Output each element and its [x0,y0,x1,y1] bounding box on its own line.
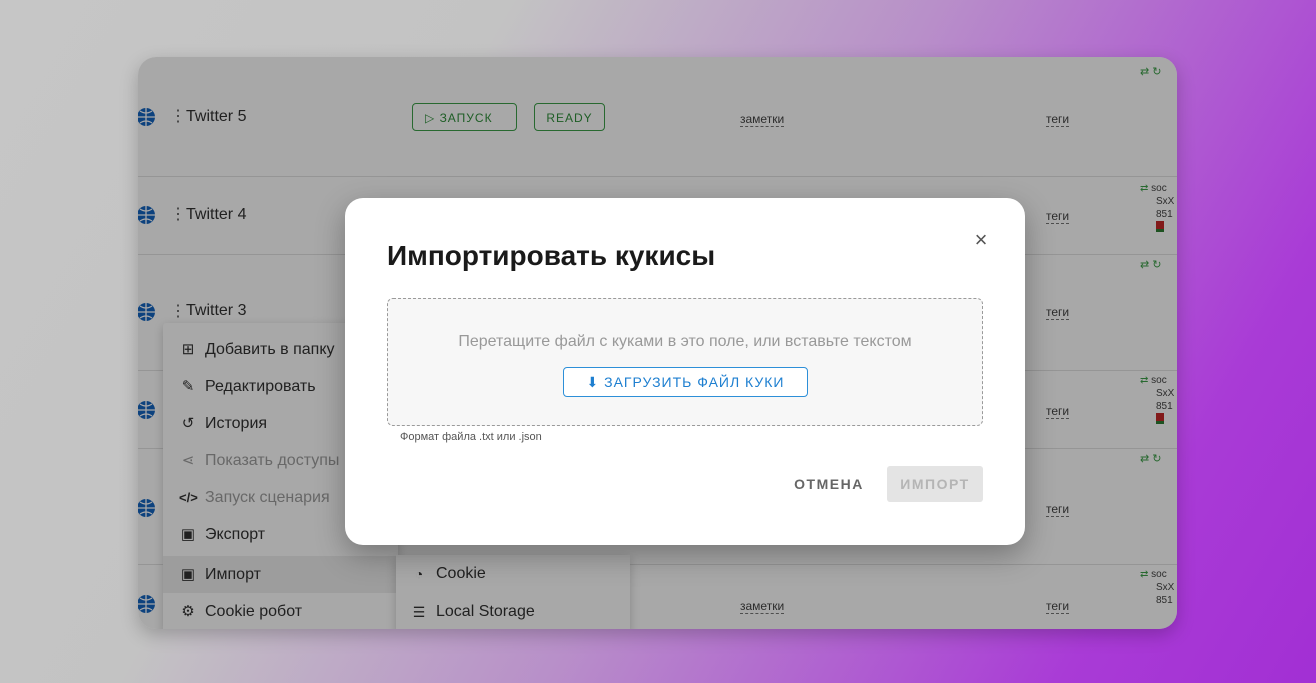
import-cookies-dialog: Импортировать кукисы × Перетащите файл с… [345,198,1025,545]
upload-cookie-file-button[interactable]: ⬇ ЗАГРУЗИТЬ ФАЙЛ КУКИ [563,367,808,397]
cookie-dropzone[interactable]: Перетащите файл с куками в это поле, или… [387,298,983,426]
file-format-hint: Формат файла .txt или .json [400,431,542,443]
dropzone-text: Перетащите файл с куками в это поле, или… [458,333,912,350]
close-icon[interactable]: × [971,229,991,251]
import-button[interactable]: ИМПОРТ [887,466,983,502]
cancel-button[interactable]: ОТМЕНА [791,466,867,502]
download-icon: ⬇ [586,374,605,390]
dialog-title: Импортировать кукисы [387,240,716,271]
